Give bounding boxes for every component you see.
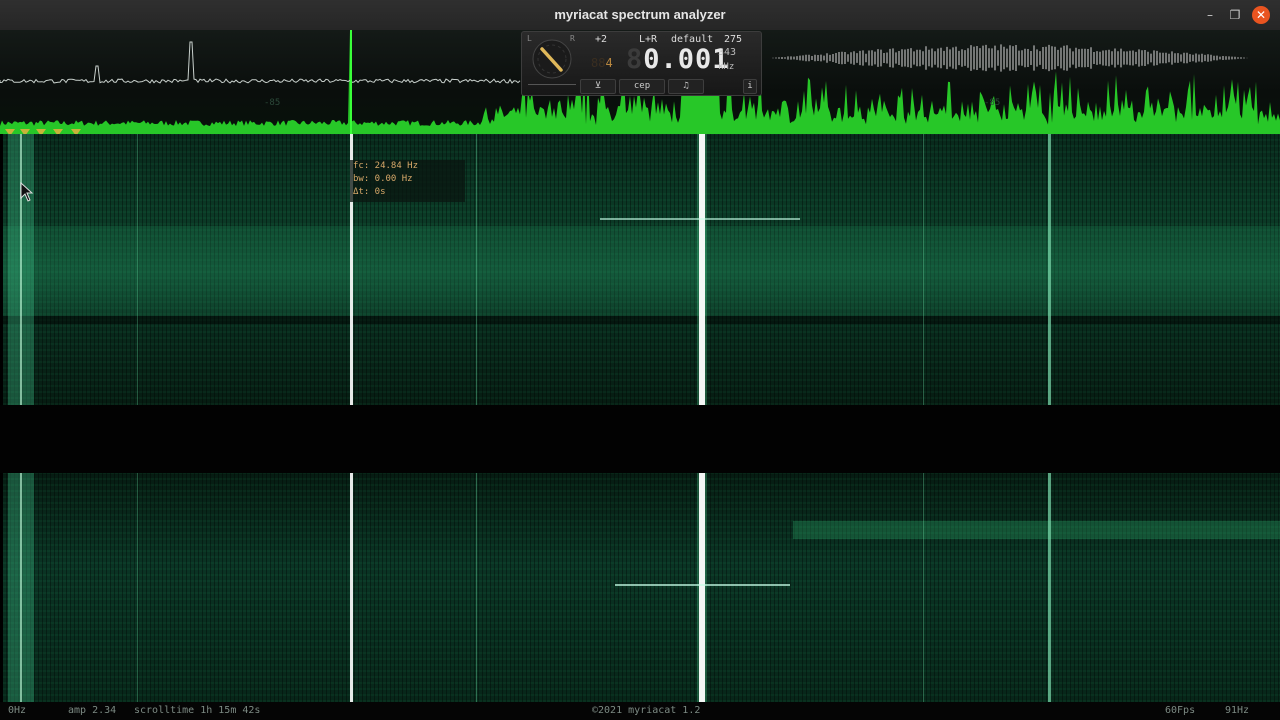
db-level-left: -85 (264, 98, 281, 108)
frequency-readout: fc: 24.84 Hz bw: 0.00 Hz Δt: 0s (350, 160, 465, 202)
small-readout-value: 4 (605, 56, 613, 70)
spectrum-trace (0, 41, 521, 84)
faint-trace (923, 134, 924, 405)
small-readout-dim: 88 (591, 56, 606, 70)
level-meter (528, 84, 576, 91)
faint-trace (137, 134, 138, 405)
harmonic-line (600, 218, 800, 220)
music-note-icon: ♫ (683, 81, 689, 91)
low-frequency-line (20, 134, 22, 405)
minimize-button[interactable]: – (1201, 6, 1219, 24)
marker-trace (350, 473, 353, 702)
faint-trace (476, 134, 477, 405)
faint-trace (476, 473, 477, 702)
tuning-fork-button[interactable]: ⊻ (580, 79, 616, 94)
low-frequency-line (20, 473, 22, 702)
status-frequency: 0Hz (8, 705, 27, 716)
frequency-display-value: 0.001 (643, 44, 730, 75)
readout-bw: bw: 0.00 Hz (353, 174, 413, 184)
waterfall-lines (8, 134, 1051, 702)
right-channel-label: R (570, 34, 575, 43)
harmonic-line (615, 584, 790, 586)
status-scrolltime: scrolltime 1h 15m 42s (134, 705, 261, 716)
db-level-right: -85 (984, 98, 1001, 108)
readout-dt: Δt: 0s (353, 187, 386, 197)
balance-knob-icon[interactable] (528, 36, 576, 82)
status-hz: 91Hz (1225, 705, 1250, 716)
small-readout: 884 (591, 56, 613, 70)
music-button[interactable]: ♫ (668, 79, 704, 94)
left-channel-label: L (527, 34, 532, 43)
info-button[interactable]: i (743, 79, 757, 94)
waterfall-display[interactable]: fc: 24.84 Hz bw: 0.00 Hz Δt: 0s (0, 134, 1280, 702)
control-panel: L R +2 L+R default 275 884 80.001 343 kH… (521, 31, 762, 96)
faint-trace (137, 473, 138, 702)
value-343: 343 (718, 47, 737, 58)
status-copyright: ©2021 myriacat 1.2 (592, 705, 701, 716)
frequency-display-dim: 8 (626, 44, 644, 75)
frequency-display: 80.001 (626, 44, 730, 75)
signal-trace (1048, 134, 1051, 405)
panel-buttons: ⊻ cep ♫ (580, 79, 704, 94)
carrier-line (699, 134, 705, 405)
maximize-button[interactable]: ❐ (1226, 6, 1244, 24)
status-fps: 60Fps (1165, 705, 1196, 716)
signal-trace (1048, 473, 1051, 702)
waveform-preview (772, 44, 1248, 72)
faint-trace (923, 473, 924, 702)
tuning-fork-icon: ⊻ (594, 81, 602, 91)
mouse-cursor-icon (20, 182, 34, 202)
frequency-unit: kHz (718, 62, 735, 72)
title-bar: myriacat spectrum analyzer – ❐ ✕ (0, 0, 1280, 31)
close-button[interactable]: ✕ (1252, 6, 1270, 24)
readout-fc: fc: 24.84 Hz (353, 161, 419, 171)
status-bar: 0Hz amp 2.34 scrolltime 1h 15m 42s ©2021… (0, 702, 1280, 720)
carrier-line (699, 473, 705, 702)
status-amp: amp 2.34 (68, 705, 117, 716)
cep-button[interactable]: cep (619, 79, 665, 94)
gain-value[interactable]: +2 (595, 34, 607, 45)
window-title: myriacat spectrum analyzer (554, 7, 726, 22)
frequency-marker[interactable] (350, 30, 352, 134)
